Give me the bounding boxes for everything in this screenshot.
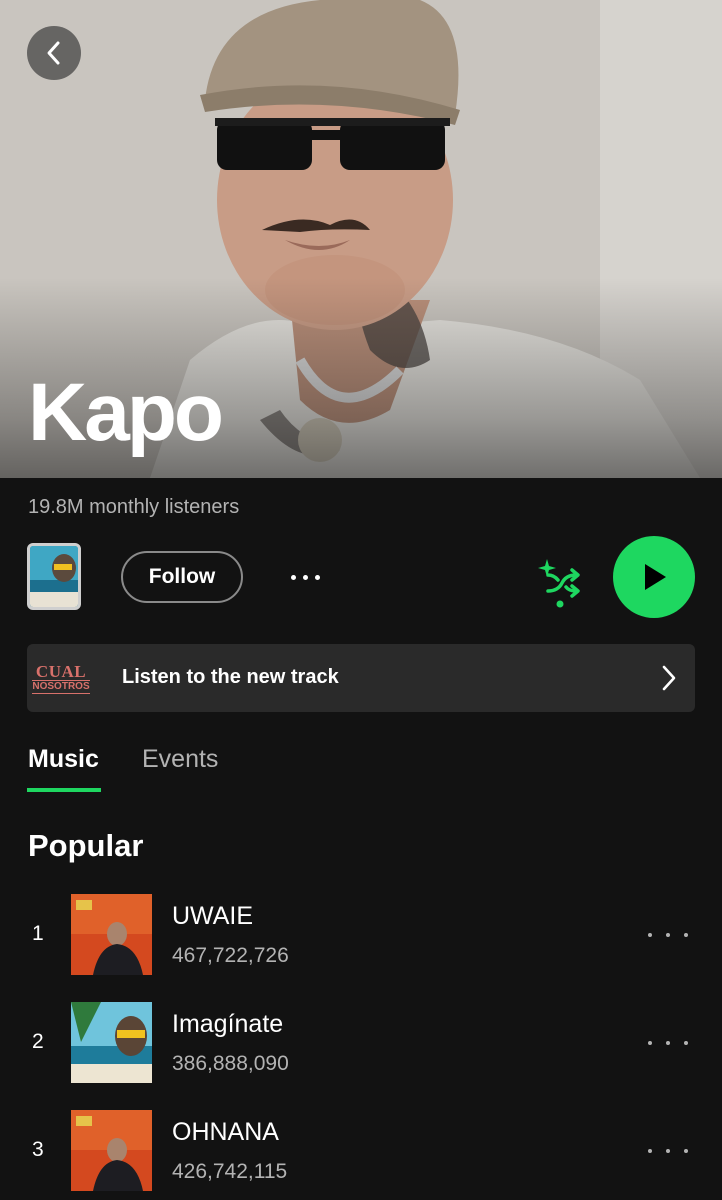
track-play-count: 467,722,726 — [172, 944, 289, 967]
chevron-left-icon — [47, 41, 60, 65]
track-cover — [71, 894, 152, 975]
new-track-banner[interactable]: CUAL NOSOTROS Listen to the new track — [27, 644, 695, 712]
more-icon — [648, 933, 652, 937]
track-rank: 3 — [32, 1138, 44, 1161]
play-icon — [645, 564, 666, 590]
track-title: OHNANA — [172, 1118, 279, 1146]
tab-music[interactable]: Music — [28, 745, 99, 774]
track-play-count: 386,888,090 — [172, 1052, 289, 1075]
back-button[interactable] — [27, 26, 81, 80]
track-more-button[interactable] — [648, 1146, 688, 1156]
more-options-button[interactable] — [282, 560, 328, 594]
new-track-art: CUAL NOSOTROS — [32, 656, 90, 700]
smart-shuffle-icon — [538, 559, 580, 608]
follow-button[interactable]: Follow — [121, 551, 243, 603]
more-icon — [290, 574, 320, 580]
track-cover — [71, 1110, 152, 1191]
track-row[interactable]: 3 OHNANA 426,742,115 — [0, 1110, 722, 1192]
monthly-listeners: 19.8M monthly listeners — [28, 496, 240, 518]
track-title: UWAIE — [172, 902, 254, 930]
track-rank: 2 — [32, 1030, 44, 1053]
new-track-art-subtitle: NOSOTROS — [32, 679, 90, 694]
thumbnail-art — [30, 546, 78, 607]
artist-name: Kapo — [28, 367, 224, 458]
track-more-button[interactable] — [648, 1038, 688, 1048]
new-track-art-title: CUAL — [35, 661, 87, 681]
artist-hero: Kapo — [0, 0, 722, 478]
track-cover — [71, 1002, 152, 1083]
more-icon — [648, 1041, 652, 1045]
artist-pick-thumbnail[interactable] — [27, 543, 81, 610]
track-more-button[interactable] — [648, 930, 688, 940]
chevron-right-icon — [662, 665, 676, 691]
track-rank: 1 — [32, 922, 44, 945]
active-tab-indicator — [27, 788, 101, 792]
play-button[interactable] — [613, 536, 695, 618]
tab-events[interactable]: Events — [142, 745, 218, 774]
new-track-label: Listen to the new track — [122, 666, 339, 688]
smart-shuffle-button[interactable] — [534, 553, 586, 609]
track-title: Imagínate — [172, 1010, 284, 1038]
track-row[interactable]: 2 Imagínate 386,888,090 — [0, 1002, 722, 1084]
popular-heading: Popular — [28, 828, 144, 863]
more-icon — [648, 1149, 652, 1153]
track-play-count: 426,742,115 — [172, 1160, 288, 1183]
track-row[interactable]: 1 UWAIE 467,722,726 — [0, 894, 722, 976]
